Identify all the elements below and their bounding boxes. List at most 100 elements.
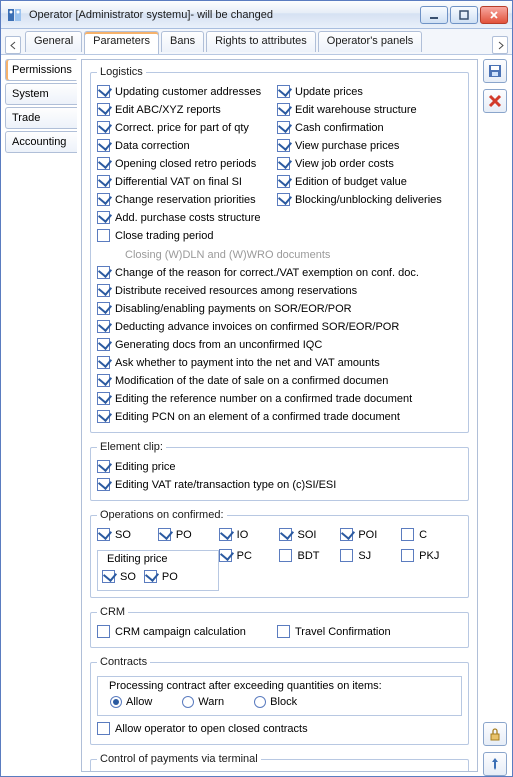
radio-block[interactable]: Block xyxy=(254,696,297,708)
logistics-full-8[interactable]: Editing PCN on an element of a confirmed… xyxy=(97,408,462,425)
sidetab-accounting[interactable]: Accounting xyxy=(5,131,77,153)
lock-button[interactable] xyxy=(483,722,507,746)
ops-ep-SO[interactable]: SO xyxy=(102,568,136,585)
titlebar: Operator [Administrator systemu]- will b… xyxy=(1,1,512,29)
ops-ep-PO[interactable]: PO xyxy=(144,568,178,585)
checkbox-icon xyxy=(158,528,171,541)
ops-PKJ[interactable]: PKJ xyxy=(401,547,462,564)
checkbox-icon xyxy=(97,410,110,423)
checkbox-icon xyxy=(97,460,110,473)
terminal-legend: Control of payments via terminal xyxy=(97,753,261,765)
logistics-7[interactable]: Add. purchase costs structure xyxy=(97,209,267,226)
logistics-2[interactable]: Correct. price for part of qty xyxy=(97,119,267,136)
checkbox-icon xyxy=(97,302,110,315)
logistics-6[interactable]: Change reservation priorities xyxy=(97,191,267,208)
contracts-legend: Contracts xyxy=(97,656,150,668)
crm-0[interactable]: CRM campaign calculation xyxy=(97,623,267,640)
element-clip-legend: Element clip: xyxy=(97,441,166,453)
terminal-group: Control of payments via terminal Executi… xyxy=(90,753,469,772)
logistics-4[interactable]: Opening closed retro periods xyxy=(97,155,267,172)
logistics-full-2[interactable]: Disabling/enabling payments on SOR/EOR/P… xyxy=(97,300,462,317)
sidetab-permissions[interactable]: Permissions xyxy=(5,59,77,81)
ops-POI[interactable]: POI xyxy=(340,526,401,543)
tab-operator-panels[interactable]: Operator's panels xyxy=(318,31,422,52)
logistics-full-6[interactable]: Modification of the date of sale on a co… xyxy=(97,372,462,389)
logistics-full-4[interactable]: Generating docs from an unconfirmed IQC xyxy=(97,336,462,353)
pin-button[interactable] xyxy=(483,752,507,776)
elclip-1[interactable]: Editing VAT rate/transaction type on (c)… xyxy=(97,476,462,493)
allow-open-closed-contracts[interactable]: Allow operator to open closed contracts xyxy=(97,720,462,737)
logistics-full-3[interactable]: Deducting advance invoices on confirmed … xyxy=(97,318,462,335)
radio-icon xyxy=(254,696,266,708)
logistics-full-5[interactable]: Ask whether to payment into the net and … xyxy=(97,354,462,371)
radio-allow[interactable]: Allow xyxy=(110,696,152,708)
cancel-button[interactable] xyxy=(483,89,507,113)
logistics-r-4[interactable]: View job order costs xyxy=(277,155,462,172)
logistics-group: Logistics Updating customer addressesEdi… xyxy=(90,66,469,433)
checkbox-icon xyxy=(97,528,110,541)
close-button[interactable] xyxy=(480,6,508,24)
ops-PC[interactable]: PC xyxy=(219,547,280,564)
logistics-full-7[interactable]: Editing the reference number on a confir… xyxy=(97,390,462,407)
checkbox-icon xyxy=(97,266,110,279)
element-clip-group: Element clip: Editing priceEditing VAT r… xyxy=(90,441,469,501)
main-pane: Logistics Updating customer addressesEdi… xyxy=(81,59,478,772)
minimize-button[interactable] xyxy=(420,6,448,24)
checkbox-icon xyxy=(277,85,290,98)
checkbox-icon xyxy=(97,193,110,206)
checkbox-icon xyxy=(97,157,110,170)
x-icon xyxy=(487,93,503,109)
logistics-full-0[interactable]: Change of the reason for correct./VAT ex… xyxy=(97,264,462,281)
crm-1[interactable]: Travel Confirmation xyxy=(277,623,462,640)
logistics-r-1[interactable]: Edit warehouse structure xyxy=(277,101,462,118)
operations-confirmed-group: Operations on confirmed: SOPOIOSOIPOIC E… xyxy=(90,509,469,598)
ops-PO[interactable]: PO xyxy=(158,526,219,543)
sidetab-system[interactable]: System xyxy=(5,83,77,105)
ops-SO[interactable]: SO xyxy=(97,526,158,543)
logistics-r-5[interactable]: Edition of budget value xyxy=(277,173,462,190)
ops-IO[interactable]: IO xyxy=(219,526,280,543)
ops-C[interactable]: C xyxy=(401,526,462,543)
logistics-full-1[interactable]: Distribute received resources among rese… xyxy=(97,282,462,299)
checkbox-icon xyxy=(277,139,290,152)
logistics-1[interactable]: Edit ABC/XYZ reports xyxy=(97,101,267,118)
sidetab-trade[interactable]: Trade xyxy=(5,107,77,129)
checkbox-icon xyxy=(97,175,110,188)
save-button[interactable] xyxy=(483,59,507,83)
floppy-icon xyxy=(487,63,503,79)
tab-general[interactable]: General xyxy=(25,31,82,52)
checkbox-icon xyxy=(97,85,110,98)
logistics-r-0[interactable]: Update prices xyxy=(277,83,462,100)
radio-warn[interactable]: Warn xyxy=(182,696,224,708)
window-title: Operator [Administrator systemu]- will b… xyxy=(29,9,418,21)
elclip-0[interactable]: Editing price xyxy=(97,458,462,475)
checkbox-icon xyxy=(97,284,110,297)
ops-BDT[interactable]: BDT xyxy=(279,547,340,564)
maximize-button[interactable] xyxy=(450,6,478,24)
tab-rights-attributes[interactable]: Rights to attributes xyxy=(206,31,316,52)
tab-parameters[interactable]: Parameters xyxy=(84,31,159,54)
logistics-8[interactable]: Close trading period xyxy=(97,227,267,244)
tab-scroll-left[interactable] xyxy=(5,36,21,54)
app-icon xyxy=(7,7,23,23)
checkbox-icon xyxy=(277,103,290,116)
logistics-3[interactable]: Data correction xyxy=(97,137,267,154)
crm-legend: CRM xyxy=(97,606,128,618)
logistics-r-6[interactable]: Blocking/unblocking deliveries xyxy=(277,191,462,208)
checkbox-icon xyxy=(277,193,290,206)
checkbox-icon xyxy=(401,528,414,541)
logistics-r-3[interactable]: View purchase prices xyxy=(277,137,462,154)
checkbox-icon xyxy=(97,374,110,387)
checkbox-icon xyxy=(219,528,232,541)
tab-bans[interactable]: Bans xyxy=(161,31,204,52)
logistics-5[interactable]: Differential VAT on final SI xyxy=(97,173,267,190)
operations-legend: Operations on confirmed: xyxy=(97,509,227,521)
logistics-0[interactable]: Updating customer addresses xyxy=(97,83,267,100)
tab-scroll-right[interactable] xyxy=(492,36,508,54)
checkbox-icon xyxy=(97,229,110,242)
checkbox-icon xyxy=(340,549,353,562)
ops-SOI[interactable]: SOI xyxy=(279,526,340,543)
logistics-r-2[interactable]: Cash confirmation xyxy=(277,119,462,136)
ops-SJ[interactable]: SJ xyxy=(340,547,401,564)
checkbox-icon xyxy=(102,570,115,583)
